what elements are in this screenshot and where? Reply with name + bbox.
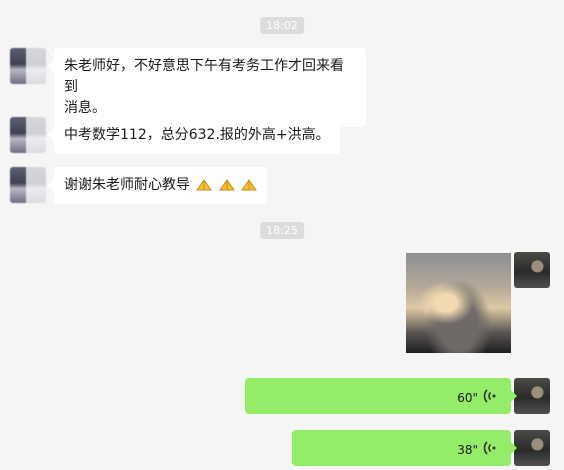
praying-hands-icon [194,177,258,193]
timestamp: 18:02 [260,17,304,34]
voice-duration: 38" [457,443,478,457]
contact-avatar[interactable] [10,117,46,153]
contact-avatar[interactable] [10,167,46,203]
voice-message[interactable]: 38" [292,430,517,466]
voice-message[interactable]: 60" [245,378,517,414]
message-line: 中考数学112，总分632.报的外高+洪高。 [64,127,330,143]
voice-wave-icon [483,389,496,403]
incoming-message[interactable]: 朱老师好，不好意思下午有考务工作才回来看到 消息。 [48,48,366,127]
contact-avatar[interactable] [10,48,46,84]
message-text: 谢谢朱老师耐心教导 [64,177,190,193]
message-line: 消息。 [64,100,106,116]
timestamp: 18:25 [260,222,304,239]
my-avatar[interactable] [514,378,550,414]
incoming-message[interactable]: 中考数学112，总分632.报的外高+洪高。 [48,117,340,154]
voice-duration: 60" [457,391,478,405]
message-line: 朱老师好，不好意思下午有考务工作才回来看到 [64,58,344,95]
my-avatar[interactable] [514,252,550,288]
voice-wave-icon [483,441,496,455]
incoming-message[interactable]: 谢谢朱老师耐心教导 [47,167,268,204]
sent-photo[interactable] [406,253,511,353]
my-avatar[interactable] [514,430,550,466]
